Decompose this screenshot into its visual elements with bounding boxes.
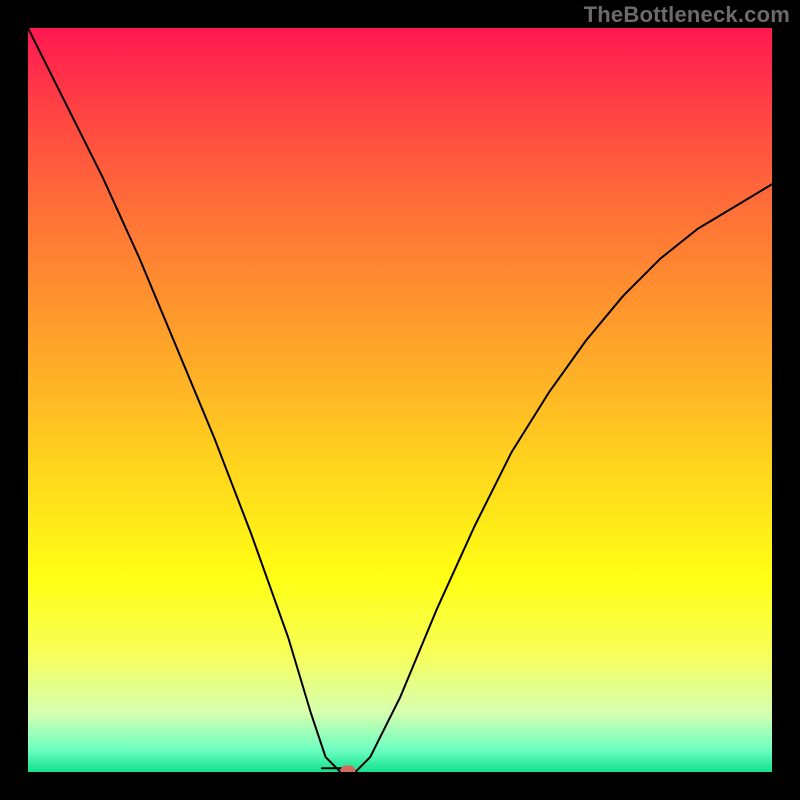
optimum-marker-icon — [341, 766, 355, 772]
curve-right — [341, 184, 773, 772]
chart-svg — [28, 28, 772, 772]
curve-left — [28, 28, 341, 772]
plot-area — [28, 28, 772, 772]
chart-frame: TheBottleneck.com — [0, 0, 800, 800]
watermark-text: TheBottleneck.com — [584, 2, 790, 28]
